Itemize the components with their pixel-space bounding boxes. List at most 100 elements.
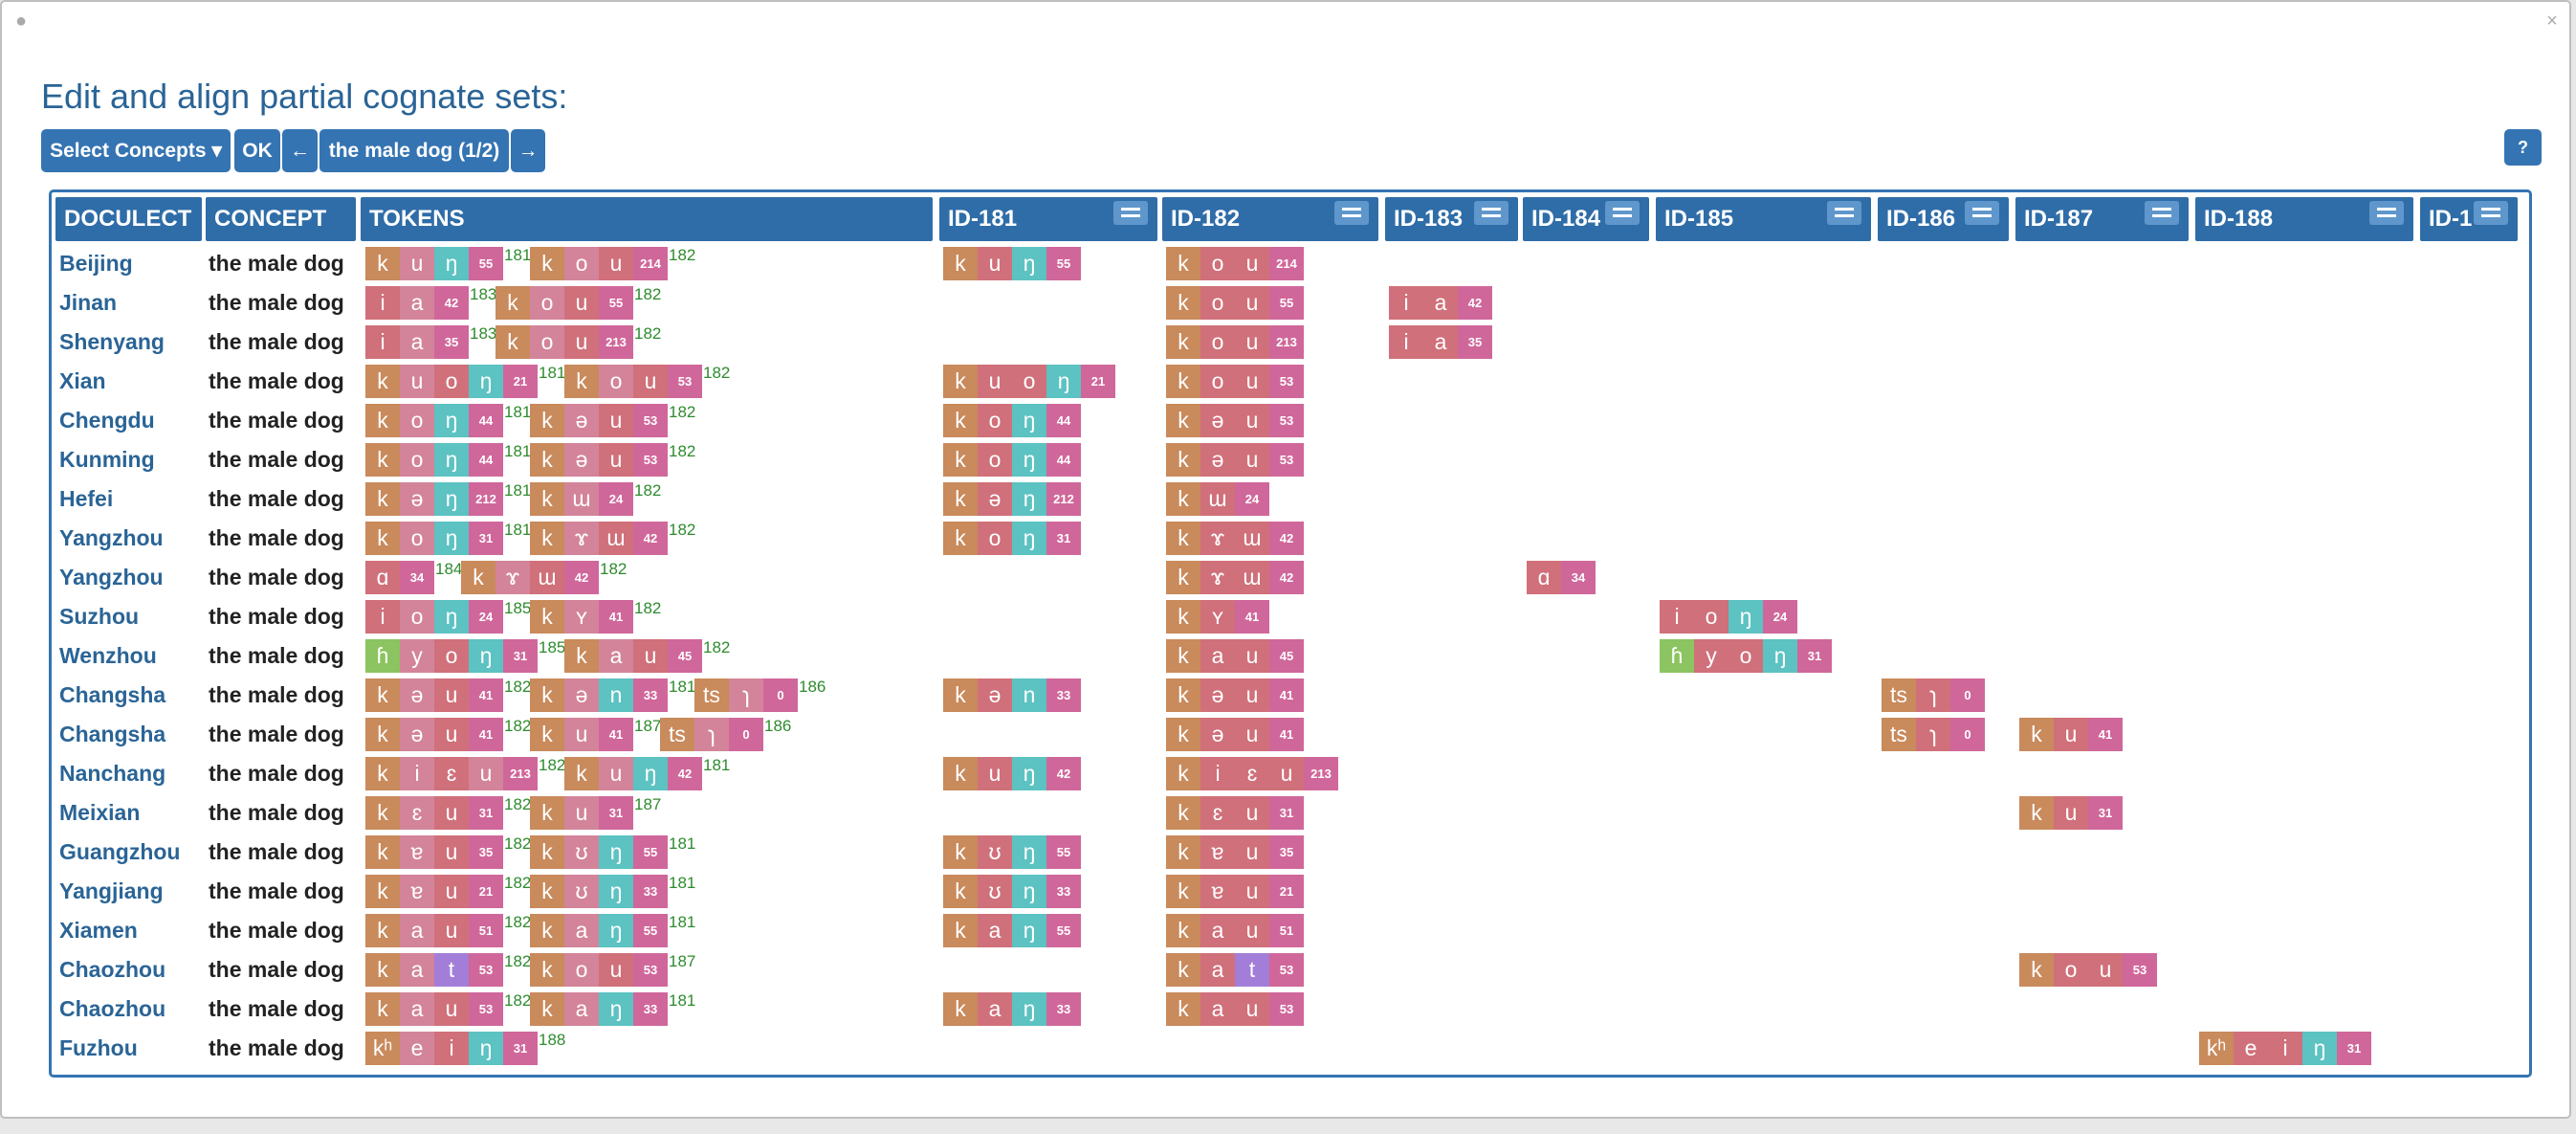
aligned-segment[interactable]: 55	[1269, 286, 1304, 320]
aligned-segment[interactable]: 24	[1763, 600, 1797, 634]
aligned-segment[interactable]: u	[2054, 796, 2088, 830]
aligned-segment[interactable]: k	[1166, 482, 1200, 516]
aligned-segment[interactable]: 31	[2088, 796, 2123, 830]
token-segment[interactable]: u	[633, 365, 668, 398]
token-segment[interactable]: k	[365, 914, 400, 947]
aligned-segment[interactable]: 55	[1046, 247, 1081, 280]
token-segment[interactable]: 34	[400, 561, 434, 594]
token-segment[interactable]: e	[400, 1032, 434, 1065]
token-segment[interactable]: o	[434, 639, 469, 673]
doculect-link[interactable]: Yangjiang	[59, 874, 164, 908]
column-menu-icon[interactable]	[1605, 201, 1640, 225]
aligned-segment[interactable]: k	[1166, 247, 1200, 280]
aligned-segment[interactable]: 41	[2088, 718, 2123, 751]
aligned-segment[interactable]: ə	[1200, 443, 1235, 477]
token-segment[interactable]: o	[434, 365, 469, 398]
aligned-segment[interactable]: k	[943, 757, 978, 790]
aligned-segment[interactable]: 212	[1046, 482, 1081, 516]
aligned-segment[interactable]: 53	[1269, 953, 1304, 987]
token-segment[interactable]: k	[564, 365, 599, 398]
aligned-segment[interactable]: ɛ	[1235, 757, 1269, 790]
token-segment[interactable]: 41	[469, 718, 503, 751]
aligned-segment[interactable]: u	[1235, 992, 1269, 1026]
aligned-segment[interactable]: o	[1200, 286, 1235, 320]
aligned-segment[interactable]: kʰ	[2199, 1032, 2234, 1065]
token-segment[interactable]: k	[530, 992, 564, 1026]
aligned-segment[interactable]: ŋ	[1046, 365, 1081, 398]
aligned-segment[interactable]: i	[1200, 757, 1235, 790]
token-segment[interactable]: 214	[633, 247, 668, 280]
token-segment[interactable]: ɯ	[530, 561, 564, 594]
token-segment[interactable]: o	[530, 325, 564, 359]
token-segment[interactable]: u	[599, 757, 633, 790]
aligned-segment[interactable]: y	[1694, 639, 1728, 673]
aligned-segment[interactable]: k	[943, 522, 978, 555]
token-segment[interactable]: ŋ	[434, 443, 469, 477]
aligned-segment[interactable]: 31	[2337, 1032, 2371, 1065]
aligned-segment[interactable]: k	[943, 914, 978, 947]
aligned-segment[interactable]: u	[1235, 678, 1269, 712]
aligned-segment[interactable]: a	[978, 992, 1012, 1026]
aligned-segment[interactable]: 53	[1269, 404, 1304, 437]
aligned-segment[interactable]: u	[978, 365, 1012, 398]
token-segment[interactable]: ʏ	[564, 600, 599, 634]
token-segment[interactable]: u	[434, 718, 469, 751]
aligned-segment[interactable]: k	[1166, 914, 1200, 947]
token-segment[interactable]: 53	[633, 404, 668, 437]
aligned-segment[interactable]: u	[1235, 443, 1269, 477]
token-segment[interactable]: 42	[564, 561, 599, 594]
aligned-segment[interactable]: ə	[978, 678, 1012, 712]
token-segment[interactable]: 44	[469, 443, 503, 477]
doculect-link[interactable]: Jinan	[59, 285, 117, 320]
aligned-segment[interactable]: k	[1166, 443, 1200, 477]
aligned-segment[interactable]: 31	[1269, 796, 1304, 830]
aligned-segment[interactable]: o	[2054, 953, 2088, 987]
aligned-segment[interactable]: k	[1166, 992, 1200, 1026]
aligned-segment[interactable]: 53	[2123, 953, 2157, 987]
token-segment[interactable]: 55	[633, 914, 668, 947]
token-segment[interactable]: u	[434, 875, 469, 908]
token-segment[interactable]: ŋ	[434, 522, 469, 555]
aligned-segment[interactable]: k	[1166, 561, 1200, 594]
doculect-link[interactable]: Chaozhou	[59, 991, 165, 1026]
token-segment[interactable]: ɐ	[400, 835, 434, 869]
aligned-segment[interactable]: ɯ	[1235, 522, 1269, 555]
aligned-segment[interactable]: k	[2019, 796, 2054, 830]
token-segment[interactable]: 53	[633, 443, 668, 477]
token-segment[interactable]: ɯ	[564, 482, 599, 516]
aligned-segment[interactable]: 42	[1269, 522, 1304, 555]
token-segment[interactable]: 0	[763, 678, 798, 712]
token-segment[interactable]: k	[530, 678, 564, 712]
token-segment[interactable]: ɤ	[564, 522, 599, 555]
aligned-segment[interactable]: u	[1235, 835, 1269, 869]
aligned-segment[interactable]: 34	[1561, 561, 1596, 594]
token-segment[interactable]: a	[400, 286, 434, 320]
column-menu-icon[interactable]	[2145, 201, 2179, 225]
aligned-segment[interactable]: u	[1235, 404, 1269, 437]
token-segment[interactable]: u	[599, 247, 633, 280]
aligned-segment[interactable]: a	[978, 914, 1012, 947]
token-segment[interactable]: o	[564, 247, 599, 280]
column-header-id-182[interactable]: ID-182	[1162, 197, 1378, 241]
token-segment[interactable]: o	[400, 522, 434, 555]
token-segment[interactable]: ɛ	[400, 796, 434, 830]
token-segment[interactable]: y	[400, 639, 434, 673]
token-segment[interactable]: 213	[599, 325, 633, 359]
token-segment[interactable]: k	[365, 522, 400, 555]
column-menu-icon[interactable]	[2369, 201, 2404, 225]
token-segment[interactable]: ə	[400, 482, 434, 516]
token-segment[interactable]: k	[365, 247, 400, 280]
aligned-segment[interactable]: 0	[1950, 678, 1985, 712]
column-header-id-184[interactable]: ID-184	[1523, 197, 1649, 241]
token-segment[interactable]: 31	[503, 639, 538, 673]
token-segment[interactable]: k	[530, 522, 564, 555]
aligned-segment[interactable]: k	[1166, 639, 1200, 673]
aligned-segment[interactable]: 35	[1458, 325, 1492, 359]
doculect-link[interactable]: Xian	[59, 364, 106, 398]
aligned-segment[interactable]: k	[943, 247, 978, 280]
aligned-segment[interactable]: 42	[1269, 561, 1304, 594]
token-segment[interactable]: 53	[668, 365, 702, 398]
token-segment[interactable]: ə	[564, 404, 599, 437]
token-segment[interactable]: k	[365, 835, 400, 869]
token-segment[interactable]: 42	[434, 286, 469, 320]
